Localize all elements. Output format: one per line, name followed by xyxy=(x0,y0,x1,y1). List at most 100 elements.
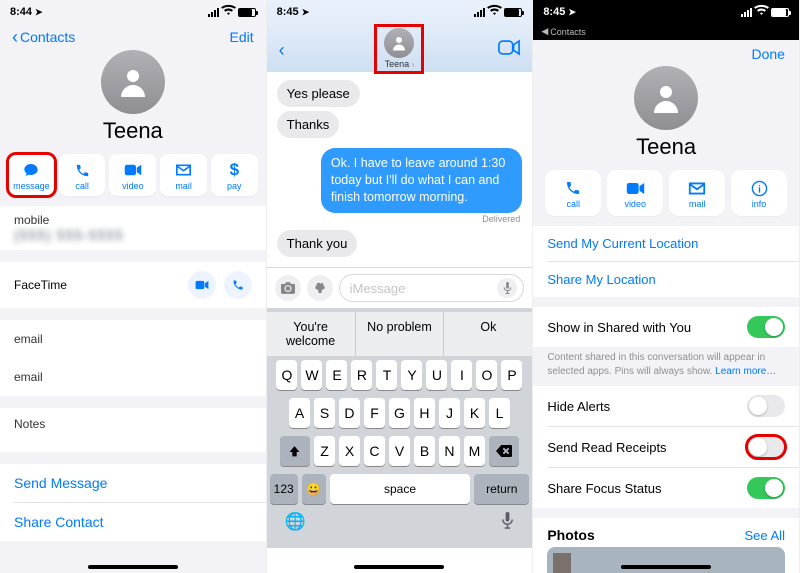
key-e[interactable]: E xyxy=(326,360,347,390)
mic-key[interactable] xyxy=(501,512,514,534)
key-b[interactable]: B xyxy=(414,436,435,466)
message-input[interactable]: iMessage xyxy=(339,274,525,302)
key-o[interactable]: O xyxy=(476,360,497,390)
key-f[interactable]: F xyxy=(364,398,385,428)
apps-button[interactable] xyxy=(307,275,333,301)
camera-button[interactable] xyxy=(275,275,301,301)
key-m[interactable]: M xyxy=(464,436,485,466)
mail-button[interactable]: mail xyxy=(669,170,725,216)
share-contact-link[interactable]: Share Contact xyxy=(0,503,266,541)
key-t[interactable]: T xyxy=(376,360,397,390)
shift-key[interactable] xyxy=(280,436,310,466)
share-location-link[interactable]: Share My Location xyxy=(533,262,799,297)
key-x[interactable]: X xyxy=(339,436,360,466)
message-icon xyxy=(22,161,40,179)
globe-key[interactable]: 🌐 xyxy=(285,512,306,534)
key-i[interactable]: I xyxy=(451,360,472,390)
pay-button[interactable]: $pay xyxy=(211,154,258,196)
incoming-message[interactable]: Thank you xyxy=(277,230,358,257)
incoming-message[interactable]: Yes please xyxy=(277,80,360,107)
edit-button[interactable]: Edit xyxy=(230,29,254,45)
contact-header[interactable]: Teena › xyxy=(376,26,422,72)
facetime-video-button[interactable] xyxy=(188,271,216,299)
info-button[interactable]: info xyxy=(731,170,787,216)
mail-icon xyxy=(175,161,192,179)
facetime-section: FaceTime xyxy=(0,262,266,308)
pay-icon: $ xyxy=(230,161,239,179)
shared-toggle[interactable] xyxy=(747,316,785,338)
key-q[interactable]: Q xyxy=(276,360,297,390)
shared-section: Show in Shared with You xyxy=(533,307,799,347)
helper-text: Content shared in this conversation will… xyxy=(533,347,799,386)
wifi-icon xyxy=(222,6,235,19)
key-g[interactable]: G xyxy=(389,398,410,428)
email-row-1[interactable]: email xyxy=(0,320,266,358)
mobile-row[interactable]: mobile (555) 555-5555 xyxy=(0,206,266,250)
breadcrumb[interactable]: ◀Contacts xyxy=(533,24,799,40)
key-s[interactable]: S xyxy=(314,398,335,428)
call-button[interactable]: call xyxy=(545,170,601,216)
contact-actions: message call video mail $pay xyxy=(0,154,266,206)
key-d[interactable]: D xyxy=(339,398,360,428)
message-button[interactable]: message xyxy=(8,154,55,196)
status-bar: 8:45➤ xyxy=(267,0,533,24)
read-receipts-toggle[interactable] xyxy=(747,436,785,458)
key-j[interactable]: J xyxy=(439,398,460,428)
return-key[interactable]: return xyxy=(474,474,529,504)
outgoing-message[interactable]: Ok. I have to leave around 1:30 today bu… xyxy=(321,148,522,213)
avatar xyxy=(101,50,165,114)
incoming-message[interactable]: Thanks xyxy=(277,111,340,138)
learn-more-link[interactable]: Learn more… xyxy=(715,366,776,377)
email-row-2[interactable]: email xyxy=(0,358,266,396)
prediction[interactable]: You're welcome xyxy=(267,312,356,356)
numbers-key[interactable]: 123 xyxy=(270,474,298,504)
status-right xyxy=(741,6,789,19)
hide-alerts-toggle[interactable] xyxy=(747,395,785,417)
home-indicator[interactable] xyxy=(354,565,444,569)
prediction[interactable]: Ok xyxy=(444,312,532,356)
message-list[interactable]: Yes please Thanks Ok. I have to leave ar… xyxy=(267,72,533,267)
home-indicator[interactable] xyxy=(621,565,711,569)
video-button[interactable]: video xyxy=(607,170,663,216)
location-icon: ➤ xyxy=(302,7,310,18)
back-button[interactable]: ‹ xyxy=(279,41,285,59)
dictate-button[interactable] xyxy=(497,278,517,298)
back-button[interactable]: ‹Contacts xyxy=(12,28,75,46)
key-z[interactable]: Z xyxy=(314,436,335,466)
key-n[interactable]: N xyxy=(439,436,460,466)
key-h[interactable]: H xyxy=(414,398,435,428)
notes-row[interactable]: Notes xyxy=(0,408,266,452)
send-message-link[interactable]: Send Message xyxy=(0,464,266,502)
key-v[interactable]: V xyxy=(389,436,410,466)
key-y[interactable]: Y xyxy=(401,360,422,390)
space-key[interactable]: space xyxy=(330,474,471,504)
emoji-key[interactable]: 😀 xyxy=(302,474,326,504)
key-p[interactable]: P xyxy=(501,360,522,390)
key-w[interactable]: W xyxy=(301,360,322,390)
action-label: video xyxy=(122,181,144,191)
call-button[interactable]: call xyxy=(59,154,106,196)
key-l[interactable]: L xyxy=(489,398,510,428)
see-all-link[interactable]: See All xyxy=(744,528,784,543)
key-a[interactable]: A xyxy=(289,398,310,428)
photo-thumbnail[interactable] xyxy=(547,547,785,573)
focus-toggle[interactable] xyxy=(747,477,785,499)
key-r[interactable]: R xyxy=(351,360,372,390)
status-time: 8:45 xyxy=(543,6,565,18)
key-u[interactable]: U xyxy=(426,360,447,390)
send-location-link[interactable]: Send My Current Location xyxy=(533,226,799,261)
key-k[interactable]: K xyxy=(464,398,485,428)
home-indicator[interactable] xyxy=(88,565,178,569)
facetime-audio-button[interactable] xyxy=(224,271,252,299)
backspace-key[interactable] xyxy=(489,436,519,466)
prediction[interactable]: No problem xyxy=(356,312,445,356)
key-c[interactable]: C xyxy=(364,436,385,466)
screen-messages: 8:45➤ ‹ Teena › Yes please Thanks Ok. I … xyxy=(267,0,534,573)
action-label: message xyxy=(13,181,50,191)
video-button[interactable]: video xyxy=(109,154,156,196)
screen-conversation-info: 8:45➤ ◀Contacts Done Teena call video ma… xyxy=(533,0,800,573)
mail-button[interactable]: mail xyxy=(160,154,207,196)
facetime-button[interactable] xyxy=(498,40,520,60)
done-button[interactable]: Done xyxy=(752,46,785,62)
video-icon xyxy=(124,161,142,179)
